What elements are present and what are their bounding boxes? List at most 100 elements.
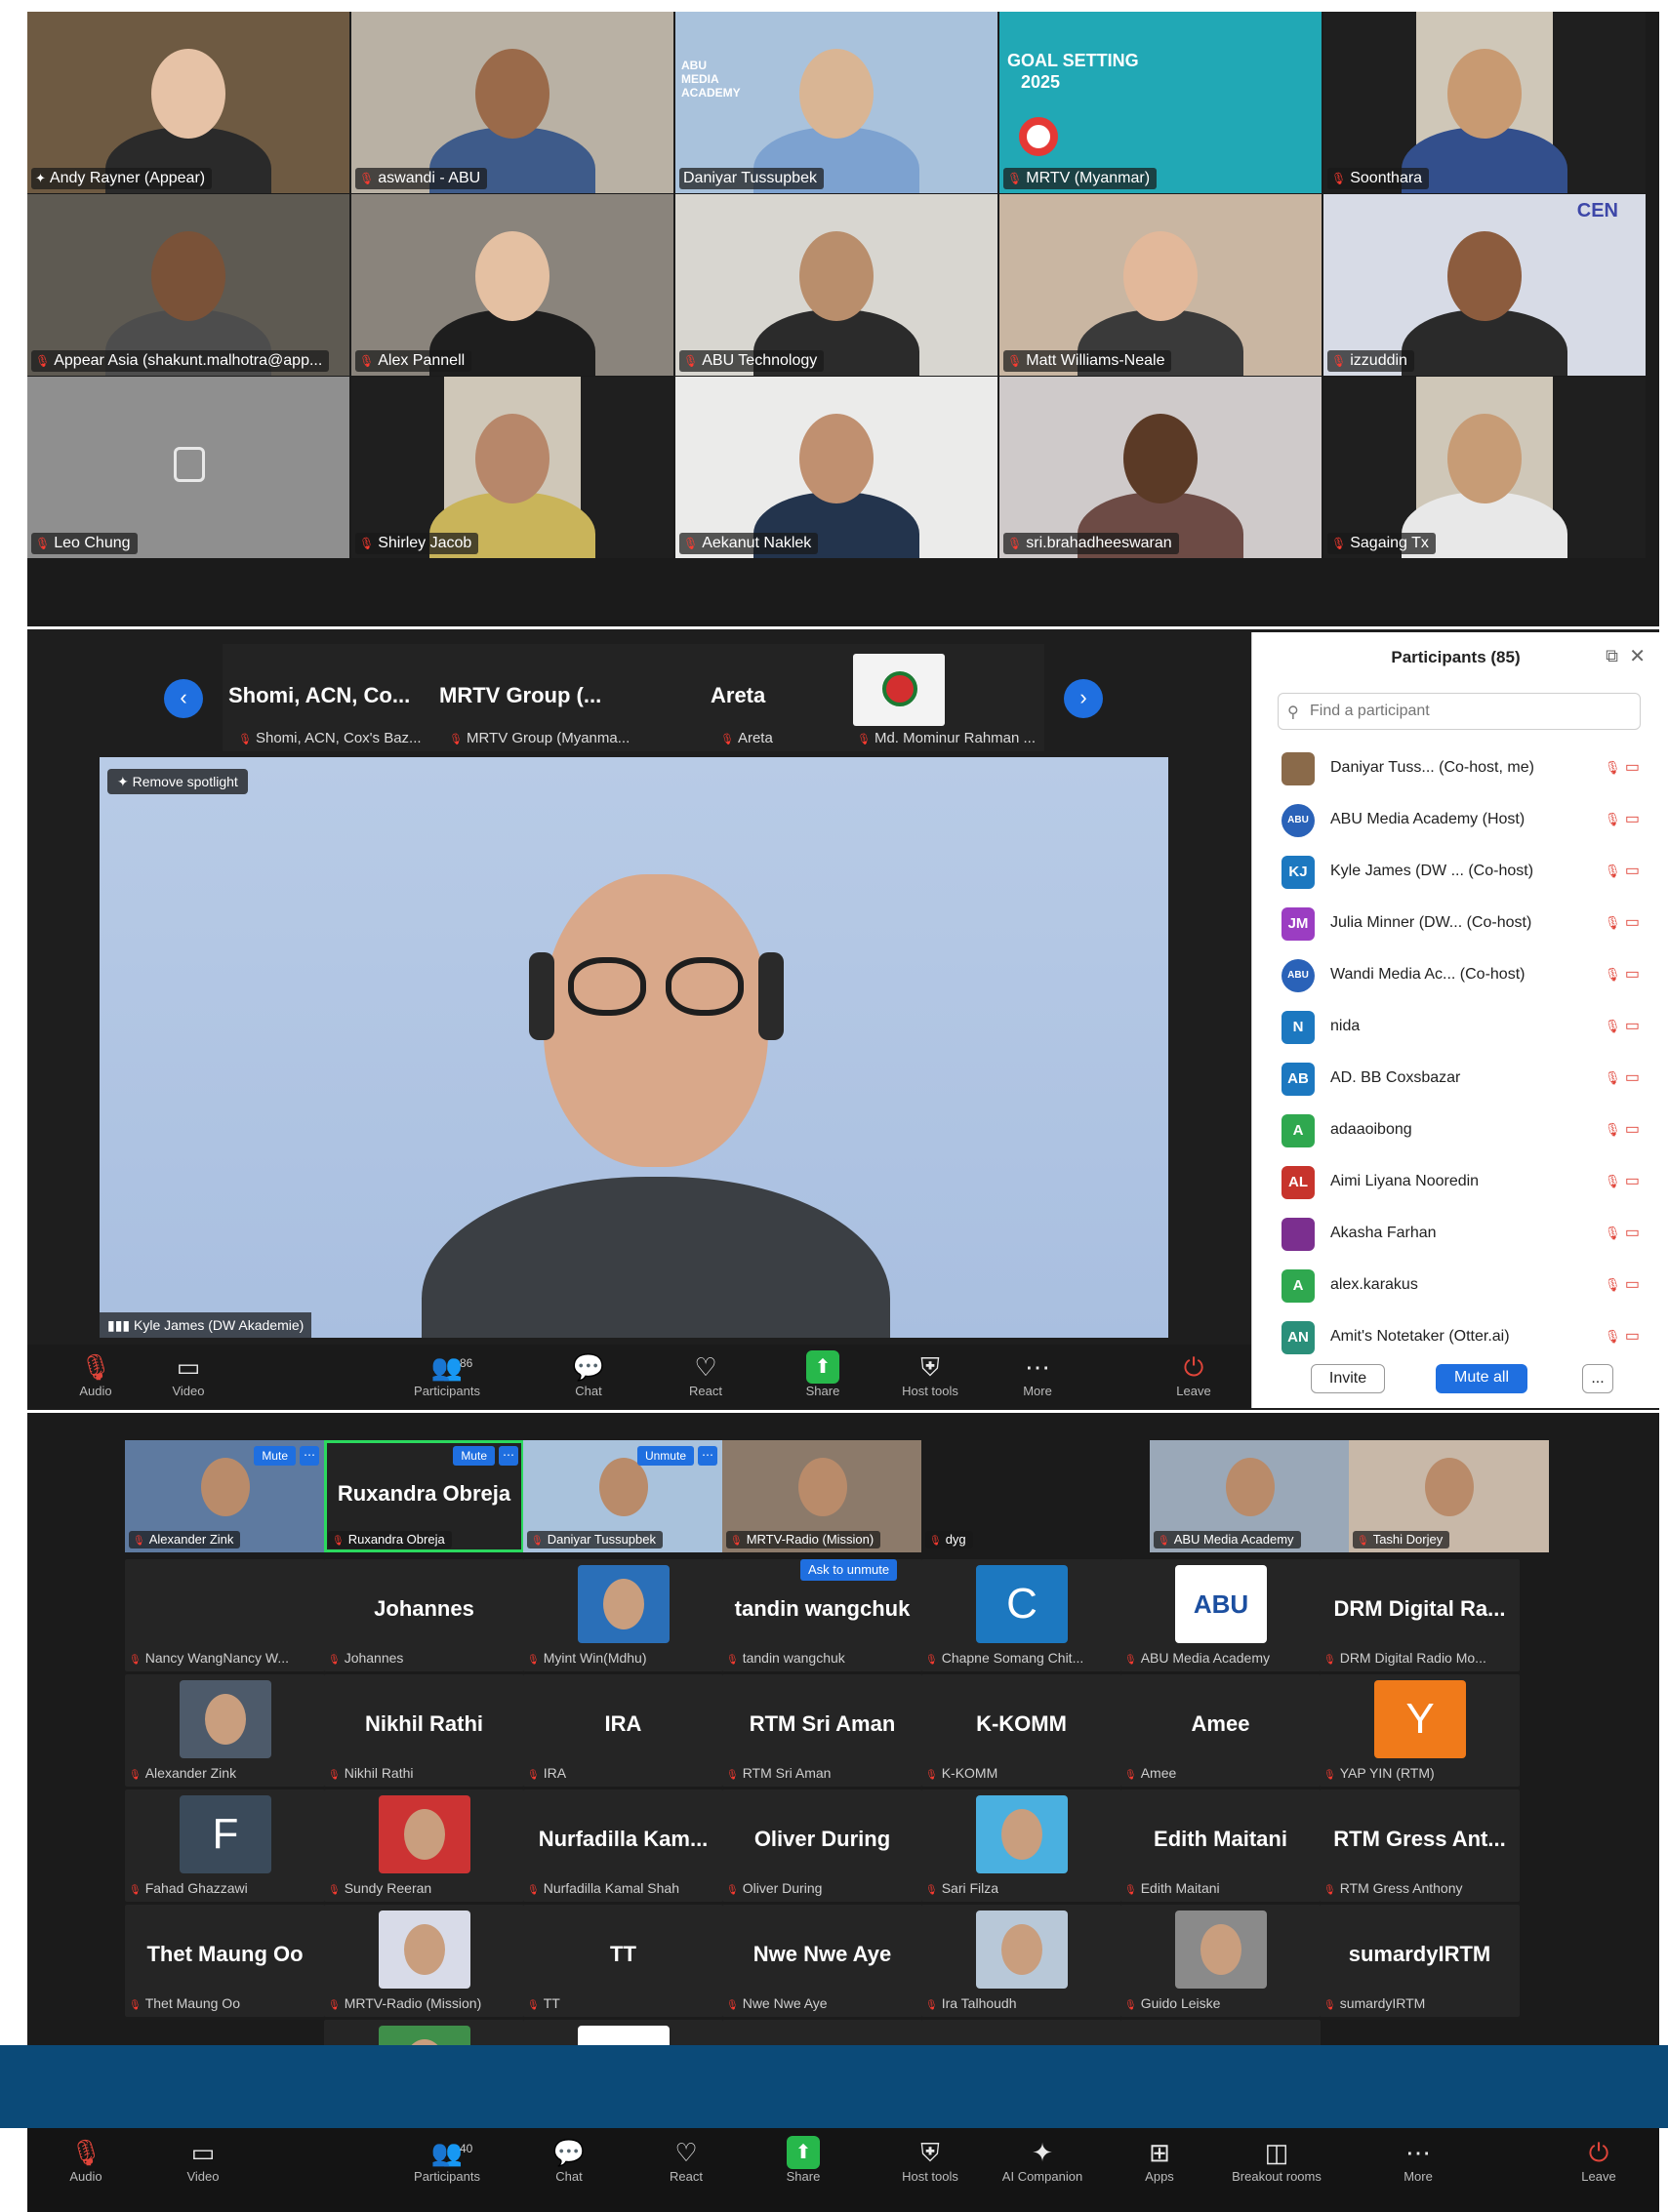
filmstrip-tile-name[interactable]: Areta bbox=[711, 683, 765, 708]
tile-more-button[interactable]: ⋯ bbox=[300, 1446, 319, 1466]
toolbar-chat-button[interactable]: 💬 Chat bbox=[535, 1350, 642, 1398]
participant-tile[interactable]: TT 🎙 TT bbox=[523, 1905, 723, 2017]
invite-button[interactable]: Invite bbox=[1311, 1364, 1385, 1393]
participant-row[interactable]: AN Amit's Notetaker (Otter.ai) 🎙 ▭ bbox=[1278, 1318, 1644, 1357]
filmstrip-tile-name[interactable]: Shomi, ACN, Co... bbox=[228, 683, 410, 708]
video-tile[interactable]: ✦ Andy Rayner (Appear) bbox=[27, 12, 349, 193]
filmstrip-next-button[interactable]: › bbox=[1064, 679, 1103, 718]
toolbar-host-tools-button[interactable]: ⛨ Host tools bbox=[876, 1350, 984, 1398]
participant-tile[interactable]: RTM Gress Ant... 🎙 RTM Gress Anthony bbox=[1320, 1790, 1520, 1902]
participant-tile[interactable]: Oliver During 🎙 Oliver During bbox=[722, 1790, 922, 1902]
participant-tile[interactable]: 🎙 Ira Talhoudh bbox=[921, 1905, 1121, 2017]
toolbar-share-button[interactable]: ⬆ Share bbox=[750, 2136, 857, 2184]
mute-all-button[interactable]: Mute all bbox=[1436, 1364, 1527, 1393]
participant-row[interactable]: ABU Wandi Media Ac... (Co-host) 🎙 ▭ bbox=[1278, 956, 1644, 995]
participant-tile[interactable]: Johannes 🎙 Johannes bbox=[324, 1559, 524, 1671]
participant-tile[interactable]: 🎙 Alexander Zink bbox=[125, 1674, 325, 1787]
participant-row[interactable]: Aalex.karakus 🎙 ▭ bbox=[1278, 1267, 1644, 1306]
video-tile[interactable]: 🎙 sri.brahadheeswaran bbox=[999, 377, 1322, 558]
participant-tile[interactable]: DRM Digital Ra... 🎙 DRM Digital Radio Mo..… bbox=[1320, 1559, 1520, 1671]
participant-tile[interactable]: Nikhil Rathi 🎙 Nikhil Rathi bbox=[324, 1674, 524, 1787]
video-tile[interactable]: 🎙 Leo Chung bbox=[27, 377, 349, 558]
video-tile[interactable]: 🎙 aswandi - ABU bbox=[351, 12, 673, 193]
toolbar-more-button[interactable]: ⋯ More bbox=[984, 1350, 1091, 1398]
participant-tile[interactable]: 🎙 Guido Leiske bbox=[1120, 1905, 1321, 2017]
tile-more-button[interactable]: ⋯ bbox=[499, 1446, 518, 1466]
participant-tile[interactable]: K-KOMM 🎙 K-KOMM bbox=[921, 1674, 1121, 1787]
video-tile[interactable]: 🎙 Soonthara bbox=[1323, 12, 1646, 193]
toolbar-react-button[interactable]: ♡ React bbox=[652, 1350, 759, 1398]
toolbar-leave-button[interactable]: ⏻ Leave bbox=[1140, 1350, 1247, 1398]
tile-mute-button[interactable]: Unmute bbox=[636, 1446, 694, 1466]
participant-tile[interactable]: C 🎙 Chapne Somang Chit... bbox=[921, 1559, 1121, 1671]
toolbar-react-button[interactable]: ♡ React bbox=[632, 2136, 740, 2184]
tile-mute-button[interactable]: Mute bbox=[254, 1446, 296, 1466]
video-tile[interactable]: 🎙 Matt Williams-Neale bbox=[999, 194, 1322, 376]
video-tile[interactable]: GOAL SETTING 2025 🎙 MRTV (Myanmar) bbox=[999, 12, 1322, 193]
participant-tile[interactable]: sumardyIRTM 🎙 sumardyIRTM bbox=[1320, 1905, 1520, 2017]
participant-tile[interactable]: 🎙 Myint Win(Mdhu) bbox=[523, 1559, 723, 1671]
toolbar-apps-button[interactable]: ⊞ Apps bbox=[1106, 2136, 1213, 2184]
participant-tile[interactable]: 🎙 Nancy WangNancy W... bbox=[125, 1559, 325, 1671]
video-tile[interactable]: 🎙 dyg bbox=[921, 1440, 1121, 1552]
participant-tile[interactable]: IRA 🎙 IRA bbox=[523, 1674, 723, 1787]
participant-tile[interactable]: 🎙 MRTV-Radio (Mission) bbox=[324, 1905, 524, 2017]
panel-more-button[interactable]: ... bbox=[1582, 1364, 1613, 1393]
video-tile[interactable]: Ruxandra Obreja Mute ⋯ 🎙 Ruxandra Obreja bbox=[324, 1440, 524, 1552]
video-tile[interactable]: ABU MEDIA ACADEMY Daniyar Tussupbek bbox=[675, 12, 997, 193]
participant-row[interactable]: KJ Kyle James (DW ... (Co-host) 🎙 ▭ bbox=[1278, 853, 1644, 892]
toolbar-more-button[interactable]: ⋯ More bbox=[1364, 2136, 1472, 2184]
participant-row[interactable]: ABU ABU Media Academy (Host) 🎙 ▭ bbox=[1278, 801, 1644, 840]
tile-more-button[interactable]: ⋯ bbox=[698, 1446, 717, 1466]
remove-spotlight-button[interactable]: ✦ Remove spotlight bbox=[107, 769, 248, 794]
participant-tile[interactable]: Y 🎙 YAP YIN (RTM) bbox=[1320, 1674, 1520, 1787]
filmstrip-logo[interactable] bbox=[853, 654, 945, 726]
toolbar-leave-button[interactable]: ⏻ Leave bbox=[1545, 2136, 1652, 2184]
video-tile[interactable]: Unmute ⋯ 🎙 Daniyar Tussupbek bbox=[523, 1440, 723, 1552]
video-tile[interactable]: Mute ⋯ 🎙 Alexander Zink bbox=[125, 1440, 325, 1552]
participant-row[interactable]: AB AD. BB Coxsbazar 🎙 ▭ bbox=[1278, 1060, 1644, 1099]
toolbar-audio-button[interactable]: 🎙 Audio bbox=[32, 2136, 140, 2184]
participant-tile[interactable]: Nurfadilla Kam... 🎙 Nurfadilla Kamal Shah bbox=[523, 1790, 723, 1902]
tile-mute-button[interactable]: Mute bbox=[453, 1446, 495, 1466]
toolbar-host-tools-button[interactable]: ⛨ Host tools bbox=[876, 2136, 984, 2184]
participant-row[interactable]: Nnida 🎙 ▭ bbox=[1278, 1008, 1644, 1047]
participant-tile[interactable]: Edith Maitani 🎙 Edith Maitani bbox=[1120, 1790, 1321, 1902]
toolbar-share-button[interactable]: ⬆ Share bbox=[769, 1350, 876, 1398]
participant-tile[interactable]: F 🎙 Fahad Ghazzawi bbox=[125, 1790, 325, 1902]
toolbar-video-button[interactable]: ▭ Video bbox=[135, 1350, 242, 1398]
video-tile[interactable]: 🎙 Sagaing Tx bbox=[1323, 377, 1646, 558]
video-tile[interactable]: 🎙 Shirley Jacob bbox=[351, 377, 673, 558]
participant-row[interactable]: Aadaaoibong 🎙 ▭ bbox=[1278, 1111, 1644, 1150]
toolbar-chat-button[interactable]: 💬 Chat bbox=[515, 2136, 623, 2184]
participant-tile[interactable]: 🎙 Sari Filza bbox=[921, 1790, 1121, 1902]
video-tile[interactable]: 🎙 Tashi Dorjey bbox=[1349, 1440, 1549, 1552]
filmstrip-prev-button[interactable]: ‹ bbox=[164, 679, 203, 718]
participant-tile[interactable]: 🎙 Sundy Reeran bbox=[324, 1790, 524, 1902]
video-tile[interactable]: 🎙 MRTV-Radio (Mission) bbox=[722, 1440, 922, 1552]
participant-search-input[interactable] bbox=[1278, 693, 1641, 730]
participant-tile[interactable]: Amee 🎙 Amee bbox=[1120, 1674, 1321, 1787]
participant-tile[interactable]: RTM Sri Aman 🎙 RTM Sri Aman bbox=[722, 1674, 922, 1787]
filmstrip-tile-name[interactable]: MRTV Group (... bbox=[439, 683, 601, 708]
close-icon[interactable]: ✕ bbox=[1629, 644, 1646, 668]
participant-row[interactable]: AL Aimi Liyana Nooredin 🎙 ▭ bbox=[1278, 1163, 1644, 1202]
popout-icon[interactable]: ⧉ bbox=[1606, 646, 1618, 666]
toolbar-participants-button[interactable]: 👥 86 Participants bbox=[393, 1350, 501, 1398]
video-tile[interactable]: 🎙 ABU Media Academy bbox=[1150, 1440, 1350, 1552]
toolbar-ai-companion-button[interactable]: ✦ AI Companion bbox=[989, 2136, 1096, 2184]
toolbar-participants-button[interactable]: 👥 40 Participants bbox=[393, 2136, 501, 2184]
ask-to-unmute-button[interactable]: Ask to unmute bbox=[800, 1559, 898, 1581]
participant-tile[interactable]: Thet Maung Oo 🎙 Thet Maung Oo bbox=[125, 1905, 325, 2017]
toolbar-breakout-rooms-button[interactable]: ◫ Breakout rooms bbox=[1223, 2136, 1330, 2184]
participant-row[interactable]: JM Julia Minner (DW... (Co-host) 🎙 ▭ bbox=[1278, 905, 1644, 944]
video-tile[interactable]: 🎙 Alex Pannell bbox=[351, 194, 673, 376]
participant-tile[interactable]: ABU 🎙 ABU Media Academy bbox=[1120, 1559, 1321, 1671]
video-tile[interactable]: 🎙 Appear Asia (shakunt.malhotra@app... bbox=[27, 194, 349, 376]
participant-row[interactable]: Akasha Farhan 🎙 ▭ bbox=[1278, 1215, 1644, 1254]
participant-tile[interactable]: Nwe Nwe Aye 🎙 Nwe Nwe Aye bbox=[722, 1905, 922, 2017]
video-tile[interactable]: 🎙 Aekanut Naklek bbox=[675, 377, 997, 558]
toolbar-video-button[interactable]: ▭ Video bbox=[149, 2136, 257, 2184]
video-tile[interactable]: 🎙 ABU Technology bbox=[675, 194, 997, 376]
toolbar-audio-button[interactable]: 🎙 Audio bbox=[42, 1350, 149, 1398]
